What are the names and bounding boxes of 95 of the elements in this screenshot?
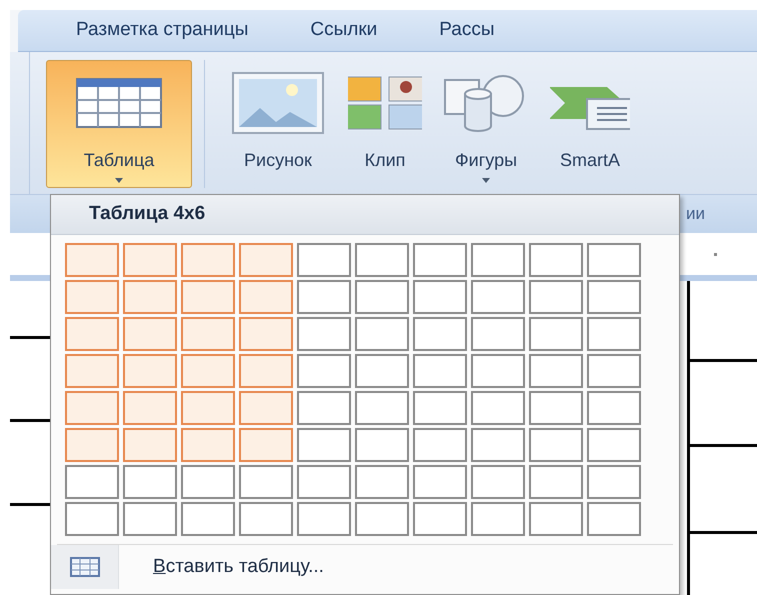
grid-cell[interactable] bbox=[355, 391, 409, 425]
grid-cell[interactable] bbox=[181, 428, 235, 462]
grid-cell[interactable] bbox=[587, 354, 641, 388]
grid-cell[interactable] bbox=[239, 243, 293, 277]
grid-cell[interactable] bbox=[239, 391, 293, 425]
grid-cell[interactable] bbox=[471, 317, 525, 351]
grid-cell[interactable] bbox=[529, 354, 583, 388]
grid-cell[interactable] bbox=[297, 243, 351, 277]
grid-cell[interactable] bbox=[587, 391, 641, 425]
ribbon-button[interactable]: Фигуры bbox=[431, 60, 541, 188]
grid-cell[interactable] bbox=[239, 465, 293, 499]
grid-cell[interactable] bbox=[297, 465, 351, 499]
grid-cell[interactable] bbox=[65, 428, 119, 462]
grid-cell[interactable] bbox=[181, 317, 235, 351]
grid-cell[interactable] bbox=[297, 280, 351, 314]
grid-cell[interactable] bbox=[181, 502, 235, 536]
grid-cell[interactable] bbox=[529, 465, 583, 499]
grid-cell[interactable] bbox=[471, 280, 525, 314]
grid-cell[interactable] bbox=[587, 465, 641, 499]
grid-cell[interactable] bbox=[355, 502, 409, 536]
grid-cell[interactable] bbox=[413, 354, 467, 388]
grid-cell[interactable] bbox=[471, 243, 525, 277]
grid-cell[interactable] bbox=[297, 502, 351, 536]
grid-cell[interactable] bbox=[181, 280, 235, 314]
menu-item[interactable]: Вставить таблицу... bbox=[51, 545, 679, 589]
grid-cell[interactable] bbox=[355, 428, 409, 462]
grid-cell[interactable] bbox=[123, 354, 177, 388]
grid-cell[interactable] bbox=[123, 243, 177, 277]
ribbon-tab[interactable]: Рассы bbox=[439, 16, 495, 45]
grid-cell[interactable] bbox=[413, 428, 467, 462]
grid-cell[interactable] bbox=[65, 243, 119, 277]
grid-cell[interactable] bbox=[413, 280, 467, 314]
grid-cell[interactable] bbox=[181, 354, 235, 388]
ribbon-button[interactable]: Таблица bbox=[46, 60, 192, 188]
ribbon-button[interactable]: Рисунок bbox=[217, 60, 339, 188]
grid-cell[interactable] bbox=[529, 391, 583, 425]
grid-cell[interactable] bbox=[181, 391, 235, 425]
grid-cell[interactable] bbox=[239, 354, 293, 388]
grid-cell[interactable] bbox=[297, 428, 351, 462]
grid-cell[interactable] bbox=[123, 391, 177, 425]
grid-cell[interactable] bbox=[413, 391, 467, 425]
grid-cell[interactable] bbox=[297, 391, 351, 425]
grid-cell[interactable] bbox=[355, 354, 409, 388]
grid-cell[interactable] bbox=[65, 502, 119, 536]
grid-cell[interactable] bbox=[471, 502, 525, 536]
grid-cell[interactable] bbox=[471, 428, 525, 462]
grid-cell[interactable] bbox=[65, 391, 119, 425]
grid-cell[interactable] bbox=[413, 465, 467, 499]
grid-cell[interactable] bbox=[355, 465, 409, 499]
grid-cell[interactable] bbox=[65, 317, 119, 351]
grid-cell[interactable] bbox=[355, 243, 409, 277]
grid-cell[interactable] bbox=[355, 280, 409, 314]
grid-cell[interactable] bbox=[587, 243, 641, 277]
grid-cell[interactable] bbox=[239, 428, 293, 462]
grid-cell[interactable] bbox=[297, 317, 351, 351]
grid-cell[interactable] bbox=[181, 243, 235, 277]
ribbon-tab[interactable]: Разметка страницы bbox=[76, 16, 248, 45]
grid-cell[interactable] bbox=[123, 317, 177, 351]
grid-cell[interactable] bbox=[239, 280, 293, 314]
grid-cell[interactable] bbox=[413, 317, 467, 351]
grid-cell[interactable] bbox=[471, 391, 525, 425]
grid-cell[interactable] bbox=[65, 465, 119, 499]
grid-cell[interactable] bbox=[587, 280, 641, 314]
landscape-icon bbox=[232, 72, 324, 134]
grid-cell[interactable] bbox=[471, 354, 525, 388]
grid-cell[interactable] bbox=[123, 502, 177, 536]
grid-cell[interactable] bbox=[529, 502, 583, 536]
grid-cell[interactable] bbox=[123, 465, 177, 499]
table-icon bbox=[76, 78, 162, 128]
grid-cell[interactable] bbox=[239, 502, 293, 536]
grid-cell[interactable] bbox=[239, 317, 293, 351]
grid-cell[interactable] bbox=[413, 243, 467, 277]
grid-cell[interactable] bbox=[529, 280, 583, 314]
grid-cell[interactable] bbox=[529, 243, 583, 277]
grid-cell[interactable] bbox=[587, 317, 641, 351]
grid-cell[interactable] bbox=[355, 317, 409, 351]
grid-cell[interactable] bbox=[529, 317, 583, 351]
table-icon bbox=[70, 557, 100, 577]
grid-cell[interactable] bbox=[123, 280, 177, 314]
grid-cell[interactable] bbox=[297, 354, 351, 388]
grid-cell[interactable] bbox=[65, 354, 119, 388]
group-label: ии bbox=[686, 203, 705, 226]
grid-cell[interactable] bbox=[413, 502, 467, 536]
ribbon-button[interactable]: Клип bbox=[347, 60, 423, 188]
grid-cell[interactable] bbox=[471, 465, 525, 499]
grid-cell[interactable] bbox=[587, 502, 641, 536]
grid-cell[interactable] bbox=[181, 465, 235, 499]
grid-cell[interactable] bbox=[65, 280, 119, 314]
clip-art-icon bbox=[348, 75, 422, 131]
ribbon-tab[interactable]: Ссылки bbox=[310, 16, 378, 45]
ribbon-button[interactable]: SmartA bbox=[549, 60, 631, 188]
grid-cell[interactable] bbox=[587, 428, 641, 462]
grid-cell[interactable] bbox=[123, 428, 177, 462]
grid-cell[interactable] bbox=[529, 428, 583, 462]
menu-title: Таблица 4x6 bbox=[89, 202, 206, 226]
